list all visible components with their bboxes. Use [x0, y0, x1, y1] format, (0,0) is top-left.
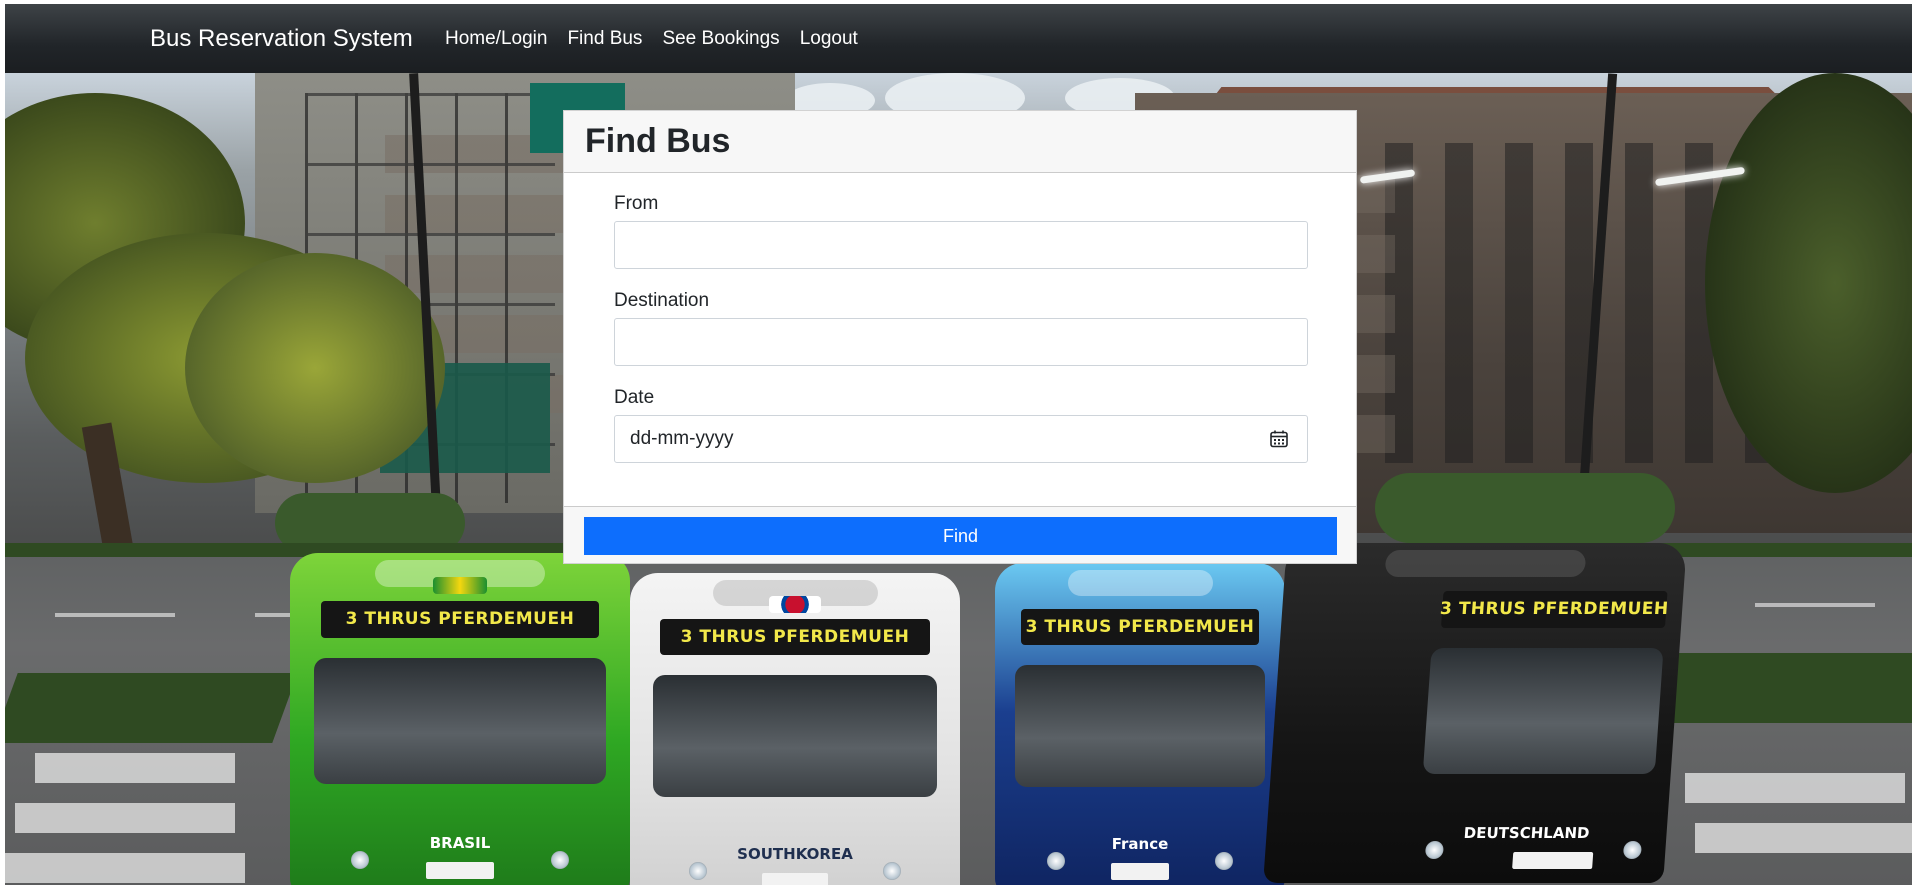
card-body: From Destination Date dd-mm-yyyy — [564, 173, 1356, 506]
bus-brasil: 3 THRUS PFERDEMUEH BRASIL — [290, 553, 630, 885]
nav-link-see-bookings[interactable]: See Bookings — [652, 4, 789, 73]
date-input[interactable]: dd-mm-yyyy — [614, 415, 1308, 463]
bus-france: 3 THRUS PFERDEMUEH France — [995, 563, 1285, 885]
browser-viewport: 3 THRUS PFERDEMUEH BRASIL 3 THRUS PFERDE… — [5, 4, 1912, 885]
from-input[interactable] — [614, 221, 1308, 269]
destination-input[interactable] — [614, 318, 1308, 366]
find-button[interactable]: Find — [584, 517, 1337, 555]
destination-label: Destination — [614, 290, 710, 311]
top-navbar: Bus Reservation System Home/Login Find B… — [5, 4, 1912, 73]
bus-deutschland: 3 THRUS PFERDEMUEH DEUTSCHLAND — [1263, 543, 1687, 883]
date-placeholder: dd-mm-yyyy — [630, 428, 734, 449]
brand-link[interactable]: Bus Reservation System — [150, 4, 413, 73]
bus-southkorea: 3 THRUS PFERDEMUEH SOUTHKOREA — [630, 573, 960, 885]
nav-link-logout[interactable]: Logout — [790, 4, 868, 73]
calendar-icon[interactable] — [1269, 429, 1289, 449]
date-label: Date — [614, 387, 655, 408]
find-bus-card: Find Bus From Destination Date dd-mm-yyy… — [563, 110, 1357, 564]
card-title: Find Bus — [585, 122, 731, 160]
card-header: Find Bus — [564, 111, 1356, 173]
nav-link-home-login[interactable]: Home/Login — [435, 4, 557, 73]
nav-links: Home/Login Find Bus See Bookings Logout — [435, 4, 868, 73]
from-label: From — [614, 193, 659, 214]
card-footer: Find — [564, 506, 1356, 563]
nav-link-find-bus[interactable]: Find Bus — [557, 4, 652, 73]
